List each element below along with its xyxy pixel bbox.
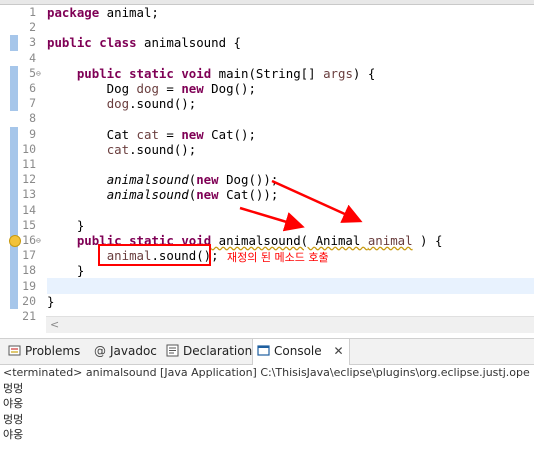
- tab-problems[interactable]: Problems: [8, 339, 80, 364]
- panel-tab-bar: Problems @ Javadoc Declaration Console ✕: [0, 339, 534, 365]
- tab-console-label: Console: [274, 344, 322, 358]
- horizontal-scrollbar[interactable]: <: [46, 316, 534, 333]
- annotation-arrows: [239, 179, 363, 232]
- problems-icon: [8, 345, 21, 356]
- at-icon: @: [94, 344, 106, 358]
- console-output[interactable]: <terminated> animalsound [Java Applicati…: [0, 365, 534, 463]
- tab-problems-label: Problems: [25, 344, 81, 358]
- declaration-icon: [166, 344, 179, 357]
- tab-javadoc-label: Javadoc: [110, 344, 157, 358]
- tab-declaration-label: Declaration: [183, 344, 253, 358]
- arrow-1: [271, 179, 363, 223]
- bottom-panel: Problems @ Javadoc Declaration Console ✕ …: [0, 338, 534, 463]
- arrow-2: [239, 206, 305, 232]
- console-icon: [257, 345, 270, 356]
- console-line: 야옹: [3, 428, 24, 441]
- console-line: 멍멍: [3, 381, 24, 395]
- code-editor[interactable]: 1 2 3 4 5 ⊖ 6 7 8 9 10 11 12 13 14 15 16 ⊖ 17 18 19 20 21 pack…: [0, 0, 534, 334]
- console-line: 멍멍: [3, 412, 24, 426]
- console-status: <terminated> animalsound [Java Applicati…: [3, 366, 530, 379]
- tab-javadoc[interactable]: @ Javadoc: [94, 339, 157, 364]
- tab-console[interactable]: Console ✕: [252, 339, 350, 365]
- console-line: 야옹: [3, 397, 24, 410]
- scroll-left-icon[interactable]: <: [50, 318, 59, 331]
- tab-declaration[interactable]: Declaration: [166, 339, 252, 364]
- close-icon[interactable]: ✕: [333, 344, 343, 358]
